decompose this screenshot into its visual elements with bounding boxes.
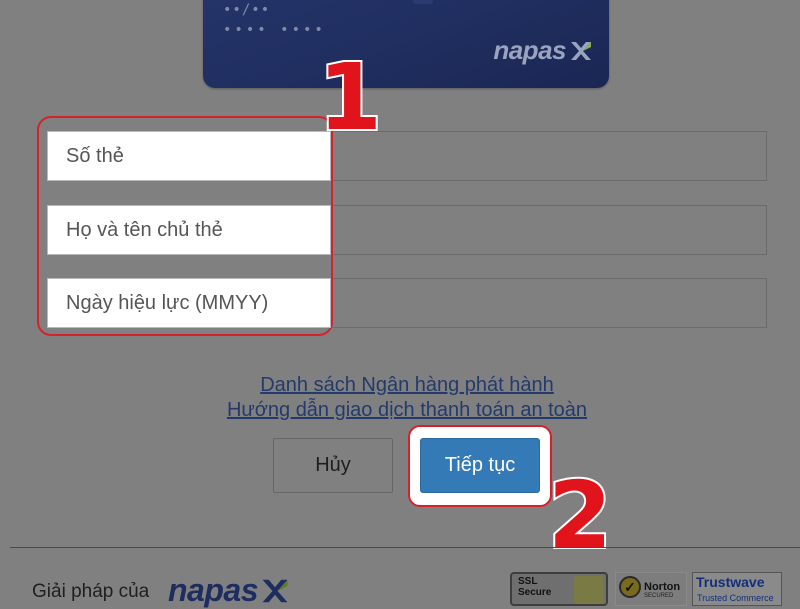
step-2-number: 2 xyxy=(546,462,614,569)
napas-card-logo-text: napas xyxy=(493,35,566,65)
continue-button[interactable]: Tiếp tục xyxy=(420,438,540,493)
card-number-mask: •••• •••• xyxy=(223,22,326,38)
issuing-banks-link[interactable]: Danh sách Ngân hàng phát hành xyxy=(7,374,800,397)
trustwave-badge-subtext: Trusted Commerce xyxy=(697,593,774,603)
napas-x-icon xyxy=(262,579,288,602)
cardholder-name-input[interactable]: Họ và tên chủ thẻ xyxy=(47,205,331,255)
napas-x-icon xyxy=(571,41,591,60)
card-mark xyxy=(413,0,433,4)
step-1-number: 1 xyxy=(316,44,384,151)
napas-footer-logo-text: napas xyxy=(168,572,258,608)
card-number-placeholder: Số thẻ xyxy=(66,145,124,167)
dimmed-page: ••/•• •••• •••• napas Số thẻ Họ và tên c… xyxy=(0,0,800,608)
card-illustration: ••/•• •••• •••• napas xyxy=(203,0,609,88)
cardholder-name-placeholder: Họ và tên chủ thẻ xyxy=(66,219,223,241)
valid-from-placeholder: Ngày hiệu lực (MMYY) xyxy=(66,292,269,314)
card-number-input[interactable]: Số thẻ xyxy=(47,131,331,181)
ssl-badge-line1: SSL xyxy=(518,576,538,587)
trustwave-badge-text: Trustwave xyxy=(696,574,765,590)
napas-card-logo: napas xyxy=(493,35,593,66)
cancel-button[interactable]: Hủy xyxy=(273,438,393,493)
norton-badge-subtext: SECURED xyxy=(644,593,674,599)
valid-from-input[interactable]: Ngày hiệu lực (MMYY) xyxy=(47,278,331,328)
ssl-badge-line2: Secure xyxy=(518,587,552,598)
norton-secured-badge: ✓ Norton SECURED xyxy=(615,572,687,606)
ssl-secure-badge: SSL Secure xyxy=(510,572,608,606)
napas-footer-logo: napas xyxy=(168,572,290,609)
norton-badge-text: Norton xyxy=(644,581,681,593)
safe-payment-guide-link[interactable]: Hướng dẫn giao dịch thanh toán an toàn xyxy=(7,399,800,422)
checkmark-icon: ✓ xyxy=(619,576,641,598)
trustwave-badge: Trustwave Trusted Commerce xyxy=(692,572,782,606)
footer-divider xyxy=(10,547,800,548)
card-expiry-mask: ••/•• xyxy=(223,2,271,18)
ssl-badge-text: SSL Secure xyxy=(518,576,551,598)
